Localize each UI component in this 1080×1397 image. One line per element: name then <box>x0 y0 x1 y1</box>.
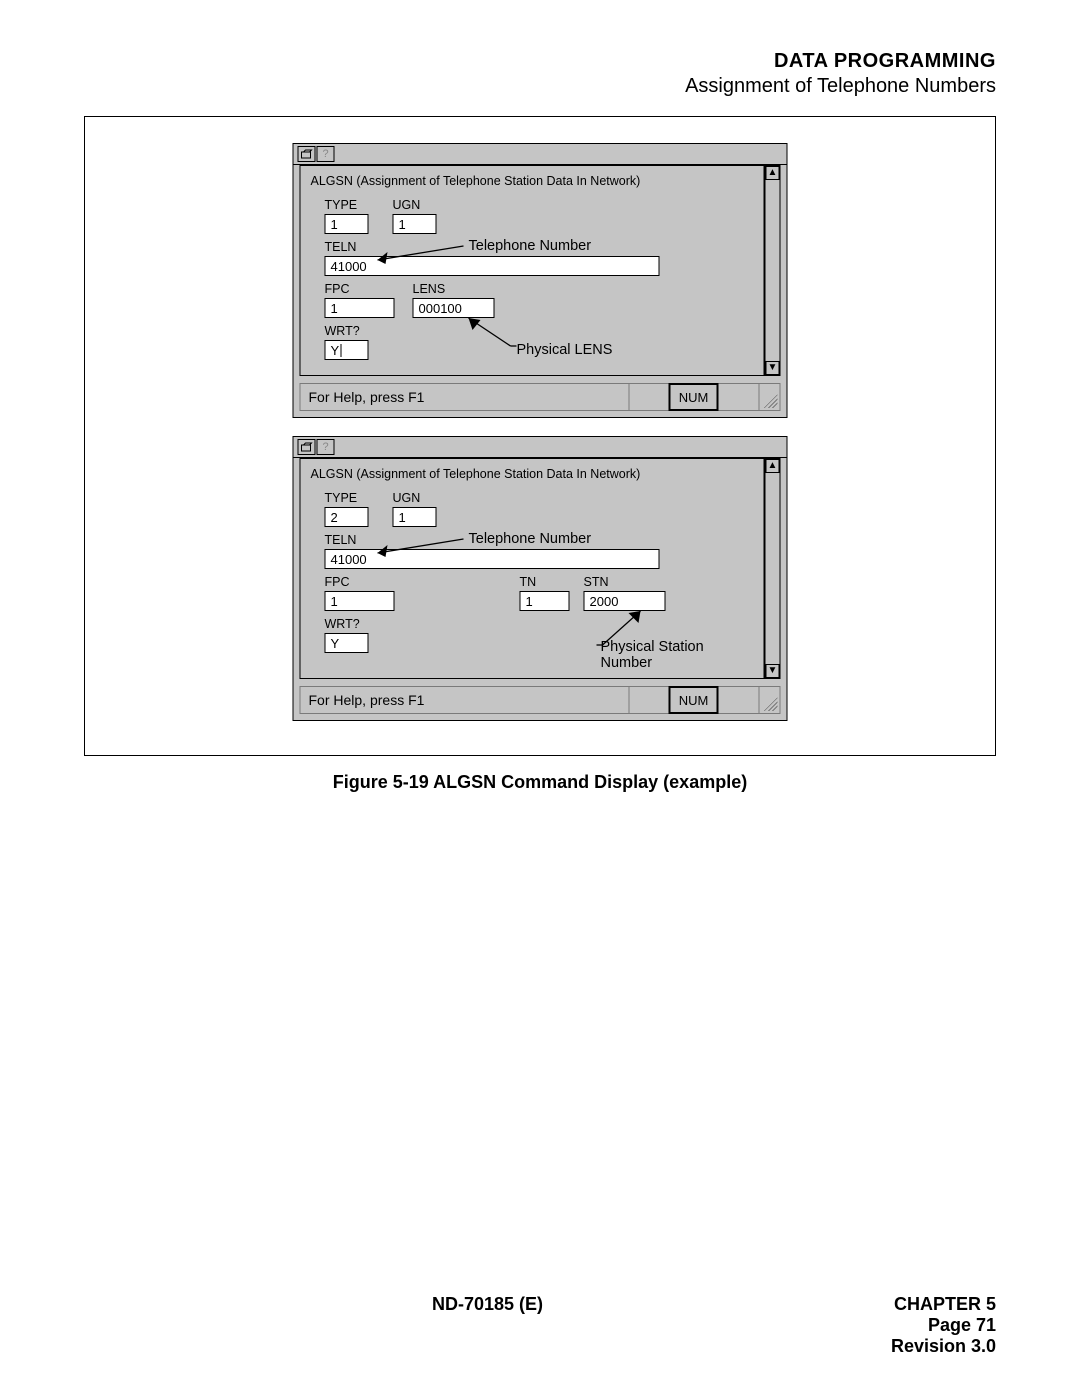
open-icon[interactable] <box>298 146 316 162</box>
help-icon[interactable]: ? <box>317 439 335 455</box>
resize-grip-icon[interactable] <box>759 686 781 714</box>
teln-callout: Telephone Number <box>469 531 592 547</box>
type-label: TYPE <box>325 198 369 212</box>
footer-doc: ND-70185 (E) <box>432 1294 543 1357</box>
type-label: TYPE <box>325 491 369 505</box>
status-bar: For Help, press F1 NUM <box>300 686 781 714</box>
scroll-up-icon[interactable]: ▲ <box>766 166 780 180</box>
status-bar: For Help, press F1 NUM <box>300 383 781 411</box>
fpc-value: 1 <box>331 301 338 316</box>
ugn-value: 1 <box>399 217 406 232</box>
teln-value: 41000 <box>331 259 367 274</box>
status-num: NUM <box>669 686 719 714</box>
tn-field[interactable]: 1 <box>520 591 570 611</box>
windows-stack: ? ALGSN (Assignment of Telephone Station… <box>293 143 788 739</box>
help-icon[interactable]: ? <box>317 146 335 162</box>
wrt-label: WRT? <box>325 617 369 631</box>
tn-value: 1 <box>526 594 533 609</box>
type-value: 2 <box>331 510 338 525</box>
type-field[interactable]: 1 <box>325 214 369 234</box>
status-help: For Help, press F1 <box>300 383 629 411</box>
teln-callout: Telephone Number <box>469 238 592 254</box>
type-field[interactable]: 2 <box>325 507 369 527</box>
document-page: DATA PROGRAMMING Assignment of Telephone… <box>0 0 1080 1397</box>
window-content: ALGSN (Assignment of Telephone Station D… <box>300 165 765 376</box>
toolbar: ? <box>294 437 787 458</box>
stn-field[interactable]: 2000 <box>584 591 666 611</box>
tn-label: TN <box>520 575 570 589</box>
algsn-window-2: ? ALGSN (Assignment of Telephone Station… <box>293 436 788 721</box>
page-footer: ND-70185 (E) CHAPTER 5 Page 71 Revision … <box>84 1294 996 1357</box>
stn-label: STN <box>584 575 666 589</box>
teln-field[interactable]: 41000 <box>325 256 660 276</box>
figure-frame: ? ALGSN (Assignment of Telephone Station… <box>84 116 996 756</box>
ugn-value: 1 <box>399 510 406 525</box>
scroll-up-icon[interactable]: ▲ <box>766 459 780 473</box>
fpc-label: FPC <box>325 575 395 589</box>
arrow-icon <box>463 314 523 352</box>
fpc-field[interactable]: 1 <box>325 298 395 318</box>
scrollbar[interactable]: ▲ ▼ <box>765 165 781 376</box>
lens-callout: Physical LENS <box>517 342 613 358</box>
footer-right: CHAPTER 5 Page 71 Revision 3.0 <box>891 1294 996 1357</box>
wrt-value: Y <box>331 343 340 358</box>
wrt-value: Y <box>331 636 340 651</box>
ugn-field[interactable]: 1 <box>393 214 437 234</box>
wrt-field[interactable]: Y <box>325 633 369 653</box>
footer-chapter: CHAPTER 5 <box>891 1294 996 1315</box>
status-num: NUM <box>669 383 719 411</box>
window-description: ALGSN (Assignment of Telephone Station D… <box>311 174 754 188</box>
footer-page: Page 71 <box>891 1315 996 1336</box>
window-content: ALGSN (Assignment of Telephone Station D… <box>300 458 765 679</box>
open-icon[interactable] <box>298 439 316 455</box>
figure-caption: Figure 5-19 ALGSN Command Display (examp… <box>84 772 996 793</box>
scroll-down-icon[interactable]: ▼ <box>766 664 780 678</box>
lens-label: LENS <box>413 282 495 296</box>
ugn-label: UGN <box>393 198 437 212</box>
teln-value: 41000 <box>331 552 367 567</box>
footer-rev: Revision 3.0 <box>891 1336 996 1357</box>
header-title: DATA PROGRAMMING <box>84 50 996 73</box>
fpc-field[interactable]: 1 <box>325 591 395 611</box>
ugn-field[interactable]: 1 <box>393 507 437 527</box>
fpc-label: FPC <box>325 282 395 296</box>
status-cell <box>629 383 669 411</box>
page-header: DATA PROGRAMMING Assignment of Telephone… <box>84 50 996 98</box>
toolbar: ? <box>294 144 787 165</box>
stn-callout: Physical Station Number <box>601 639 754 671</box>
status-help: For Help, press F1 <box>300 686 629 714</box>
teln-field[interactable]: 41000 <box>325 549 660 569</box>
lens-value: 000100 <box>419 301 462 316</box>
status-cell <box>719 686 759 714</box>
type-value: 1 <box>331 217 338 232</box>
status-cell <box>719 383 759 411</box>
scrollbar[interactable]: ▲ ▼ <box>765 458 781 679</box>
status-cell <box>629 686 669 714</box>
wrt-field[interactable]: Y <box>325 340 369 360</box>
lens-field[interactable]: 000100 <box>413 298 495 318</box>
scroll-down-icon[interactable]: ▼ <box>766 361 780 375</box>
wrt-label: WRT? <box>325 324 369 338</box>
fpc-value: 1 <box>331 594 338 609</box>
header-subtitle: Assignment of Telephone Numbers <box>84 75 996 98</box>
algsn-window-1: ? ALGSN (Assignment of Telephone Station… <box>293 143 788 418</box>
stn-value: 2000 <box>590 594 619 609</box>
window-description: ALGSN (Assignment of Telephone Station D… <box>311 467 754 481</box>
ugn-label: UGN <box>393 491 437 505</box>
resize-grip-icon[interactable] <box>759 383 781 411</box>
